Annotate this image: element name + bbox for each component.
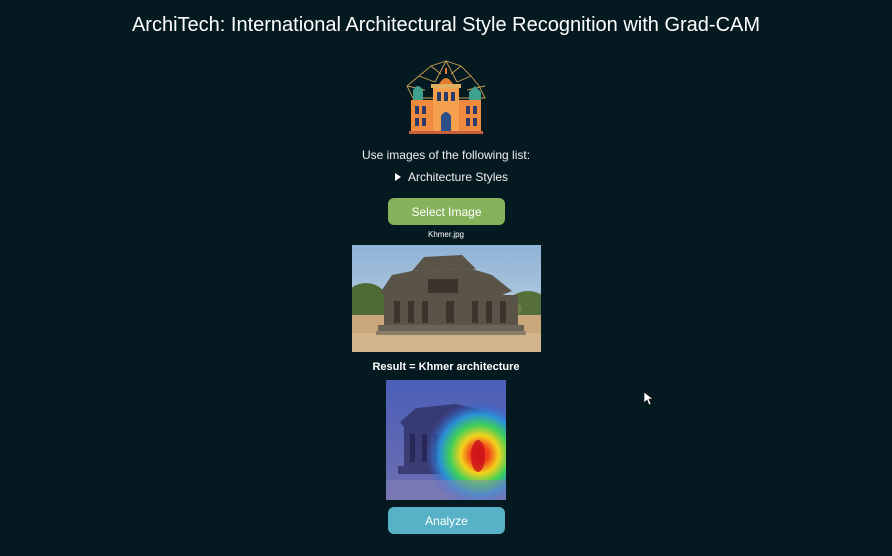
selected-filename: Khmer.jpg — [427, 230, 465, 239]
architecture-styles-label: Architecture Styles — [408, 170, 509, 184]
mouse-cursor-icon — [644, 392, 654, 406]
uploaded-image-preview — [352, 245, 541, 352]
page-title: ArchiTech: International Architectural S… — [131, 14, 761, 36]
analyze-button[interactable]: Analyze — [388, 507, 505, 534]
instructions-text: Use images of the following list: — [361, 148, 531, 162]
architecture-styles-toggle[interactable]: Architecture Styles — [395, 170, 508, 184]
select-image-button[interactable]: Select Image — [388, 198, 505, 225]
triangle-right-icon — [395, 173, 401, 181]
result-text: Result = Khmer architecture — [372, 361, 520, 373]
app-page: ArchiTech: International Architectural S… — [0, 0, 892, 556]
architecture-logo-icon — [406, 60, 486, 134]
gradcam-heatmap-image — [386, 380, 506, 500]
